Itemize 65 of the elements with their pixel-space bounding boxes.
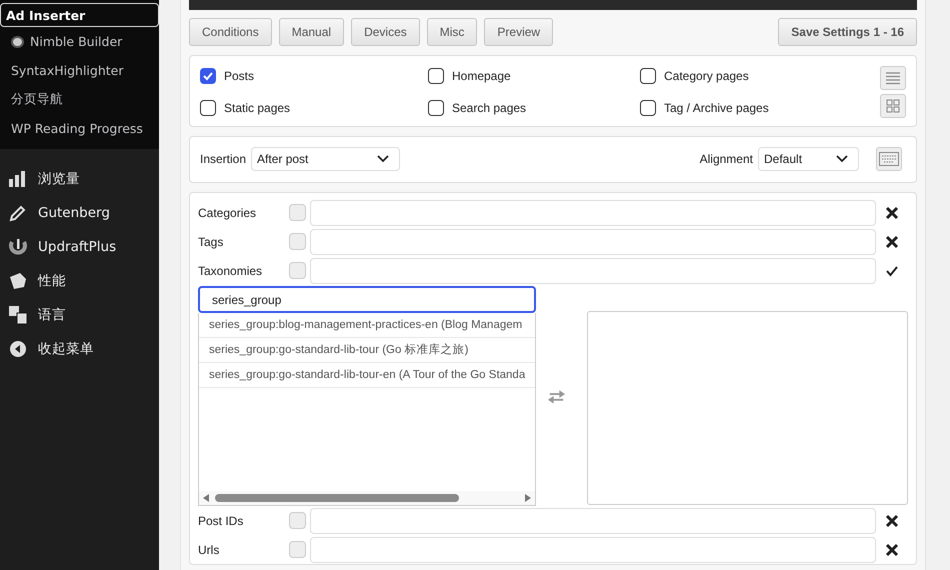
arrow-left-icon[interactable] xyxy=(203,494,209,502)
alignment-dropdown[interactable]: Default xyxy=(758,147,859,171)
filter-input[interactable] xyxy=(310,258,876,284)
toggle-checkbox[interactable] xyxy=(289,512,306,529)
checkbox-label: Homepage xyxy=(452,69,511,84)
sidebar-submenu-item[interactable]: WP Reading Progress xyxy=(0,114,159,143)
sidebar-submenu-item[interactable]: Nimble Builder xyxy=(0,27,159,56)
filter-input[interactable] xyxy=(310,536,876,562)
checkbox[interactable] xyxy=(428,100,444,116)
pencil-icon xyxy=(8,203,28,223)
filter-label: Urls xyxy=(198,542,220,556)
list-option[interactable]: series_group:blog-management-practices-en (Blog Managem xyxy=(199,313,535,338)
tab-button[interactable]: Devices xyxy=(351,18,420,46)
toggle-checkbox[interactable] xyxy=(289,233,306,250)
horizontal-scrollbar[interactable] xyxy=(199,491,535,505)
checkbox-label: Static pages xyxy=(224,100,290,115)
toggle-checkbox[interactable] xyxy=(289,541,306,558)
arrow-right-icon[interactable] xyxy=(525,494,531,502)
alignment-label: Alignment xyxy=(700,152,753,166)
sidebar-menu-item[interactable]: Gutenberg xyxy=(0,196,159,230)
swap-arrows-icon[interactable] xyxy=(546,388,567,404)
filter-input[interactable] xyxy=(310,508,876,534)
toggle-checkbox[interactable] xyxy=(289,204,306,221)
grid-view-icon[interactable] xyxy=(880,94,906,118)
sidebar-submenu-item[interactable]: Ad Inserter xyxy=(0,3,159,27)
bar-chart-icon xyxy=(8,169,28,189)
filter-label: Post IDs xyxy=(198,514,244,528)
sidebar-menu-item[interactable]: 收起菜单 xyxy=(0,332,159,366)
checkbox-label: Search pages xyxy=(452,100,526,115)
sidebar-menu-item[interactable]: UpdraftPlus xyxy=(0,230,159,264)
collapse-icon xyxy=(8,339,28,359)
checkbox-label: Category pages xyxy=(664,69,749,84)
sidebar-submenu-item[interactable]: SyntaxHighlighter xyxy=(0,56,159,85)
chevron-down-icon xyxy=(836,155,848,163)
tab-button[interactable]: Conditions xyxy=(189,18,272,46)
save-settings-button[interactable]: Save Settings 1 - 16 xyxy=(778,18,917,46)
list-option[interactable]: series_group:go-standard-lib-tour-en (A Tour of the Go Standa xyxy=(199,363,535,388)
checkmark-icon xyxy=(202,70,214,82)
insertion-label: Insertion xyxy=(200,152,246,166)
toggle-checkbox[interactable] xyxy=(289,262,306,279)
checkbox[interactable] xyxy=(640,100,656,116)
sidebar-menu-item[interactable]: 浏览量 xyxy=(0,162,159,196)
tab-button[interactable]: Preview xyxy=(484,18,554,46)
keyboard-icon[interactable] xyxy=(876,147,902,171)
list-option[interactable]: series_group:go-standard-lib-tour (Go 标准库之旅) xyxy=(199,338,535,363)
chevron-down-icon xyxy=(377,155,390,163)
checkbox[interactable] xyxy=(200,68,216,84)
filter-label: Taxonomies xyxy=(198,264,264,278)
search-field[interactable]: series_group xyxy=(198,286,536,313)
filter-input[interactable] xyxy=(310,200,876,226)
checkbox[interactable] xyxy=(640,68,656,84)
filter-input[interactable] xyxy=(310,228,876,254)
checkbox-label: Posts xyxy=(224,69,254,84)
sidebar-submenu-item[interactable]: 分页导航 xyxy=(0,85,159,114)
filter-label: Categories xyxy=(198,206,258,220)
sidebar-menu-item[interactable]: 语言 xyxy=(0,298,159,332)
checkbox[interactable] xyxy=(200,100,216,116)
list-view-icon[interactable] xyxy=(880,66,906,90)
tab-button[interactable]: Misc xyxy=(426,18,478,46)
filter-label: Tags xyxy=(198,234,224,248)
sidebar-menu-item[interactable]: 性能 xyxy=(0,264,159,298)
tab-button[interactable]: Manual xyxy=(278,18,344,46)
checkbox-label: Tag / Archive pages xyxy=(664,100,769,115)
insertion-dropdown[interactable]: After post xyxy=(251,147,400,171)
checkbox[interactable] xyxy=(428,68,444,84)
